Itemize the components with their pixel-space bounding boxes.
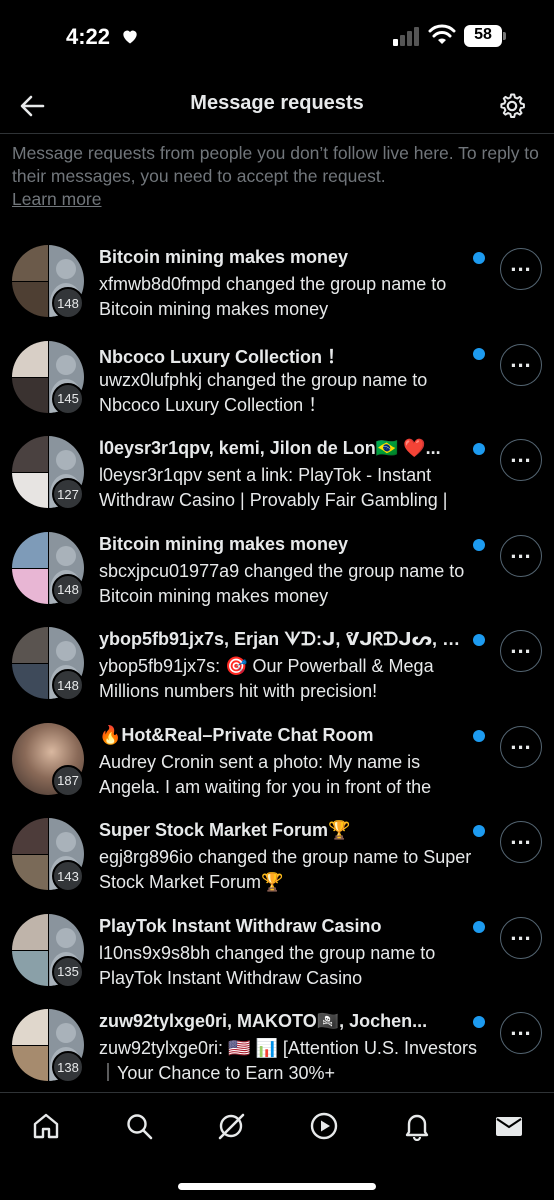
request-row[interactable]: 148 ybop5fb91jx7s, Erjan ᗐᗪ:ᒍ, ᕓᒍᖇᗪᒍᔕ, Ж… bbox=[0, 619, 554, 715]
request-row[interactable]: 148 Bitcoin mining makes money xfmwb8d0f… bbox=[0, 237, 554, 333]
member-count-badge: 135 bbox=[52, 955, 84, 988]
more-dots-icon: ... bbox=[510, 1015, 532, 1040]
member-count-badge: 145 bbox=[52, 382, 84, 415]
header: Message requests bbox=[0, 76, 554, 134]
request-row[interactable]: 135 PlayTok Instant Withdraw Casino l10n… bbox=[0, 906, 554, 1002]
member-count-badge: 148 bbox=[52, 287, 84, 319]
more-options-button[interactable]: ... bbox=[500, 725, 542, 768]
member-count-badge: 127 bbox=[52, 478, 84, 510]
request-title: PlayTok Instant Withdraw Casino bbox=[99, 915, 382, 936]
request-preview: l10ns9x9s8bh changed the group name to P… bbox=[99, 942, 436, 988]
page-title: Message requests bbox=[190, 92, 364, 114]
request-title: Bitcoin mining makes money bbox=[99, 533, 349, 554]
request-title: Bitcoin mining makes money bbox=[99, 247, 349, 267]
request-preview: Audrey Cronin sent a photo: My name is A… bbox=[99, 751, 432, 797]
unread-dot bbox=[473, 1016, 485, 1028]
play-icon[interactable] bbox=[309, 1111, 339, 1141]
request-row[interactable]: 187 🔥Hot&Real–Private Chat Room Audrey C… bbox=[0, 715, 554, 811]
more-dots-icon: ... bbox=[510, 919, 532, 945]
request-list: 148 Bitcoin mining makes money xfmwb8d0f… bbox=[0, 237, 554, 1097]
unread-dot bbox=[473, 347, 485, 360]
status-bar: 4:22 58 bbox=[0, 0, 554, 72]
unread-dot bbox=[473, 538, 485, 551]
request-preview: l0eysr3r1qpv sent a link: PlayTok - Inst… bbox=[99, 465, 448, 510]
more-dots-icon: ... bbox=[510, 728, 532, 754]
more-dots-icon: ... bbox=[510, 824, 532, 849]
unread-dot bbox=[473, 729, 485, 742]
request-title: 🔥Hot&Real–Private Chat Room bbox=[99, 724, 374, 745]
member-count-badge: 143 bbox=[52, 860, 84, 892]
cellular-signal-icon bbox=[393, 27, 419, 46]
member-count-badge: 138 bbox=[52, 1051, 84, 1083]
member-count-badge: 148 bbox=[52, 573, 84, 606]
request-row[interactable]: 145 Nbcoco Luxury Collection ！ uwzx0lufp… bbox=[0, 333, 554, 429]
request-preview: ybop5fb91jx7s: 🎯 Our Powerball & Mega Mi… bbox=[99, 656, 434, 701]
member-count-badge: 187 bbox=[52, 764, 84, 797]
unread-dot bbox=[473, 634, 485, 646]
request-row[interactable]: 148 Bitcoin mining makes money sbcxjpcu0… bbox=[0, 524, 554, 620]
wifi-icon bbox=[428, 24, 456, 44]
more-options-button[interactable]: ... bbox=[500, 916, 542, 959]
learn-more-link[interactable]: Learn more bbox=[12, 189, 102, 209]
battery-indicator: 58 bbox=[464, 25, 506, 47]
request-title: l0eysr3r1qpv, kemi, Jilon de Lon🇧🇷 ❤️... bbox=[99, 438, 441, 458]
unread-dot bbox=[473, 825, 485, 837]
request-row[interactable]: 143 Super Stock Market Forum🏆 egj8rg896i… bbox=[0, 810, 554, 906]
more-options-button[interactable]: ... bbox=[500, 534, 542, 577]
more-options-button[interactable]: ... bbox=[500, 439, 542, 481]
more-options-button[interactable]: ... bbox=[500, 1012, 542, 1054]
heart-icon bbox=[123, 30, 137, 44]
search-icon[interactable] bbox=[124, 1111, 154, 1141]
info-description: Message requests from people you don’t f… bbox=[12, 143, 539, 186]
bottom-nav bbox=[0, 1092, 554, 1200]
unread-dot bbox=[473, 252, 485, 264]
request-title: Super Stock Market Forum🏆 bbox=[99, 820, 351, 840]
request-preview: sbcxjpcu01977a9 changed the group name t… bbox=[99, 560, 465, 606]
unread-dot bbox=[473, 443, 485, 455]
request-title: zuw92tylxge0ri, MAKOTO🏴‍☠️, Jochen... bbox=[99, 1011, 428, 1031]
battery-level: 58 bbox=[474, 26, 492, 43]
more-dots-icon: ... bbox=[510, 346, 532, 372]
request-preview: xfmwb8d0fmpd changed the group name to B… bbox=[99, 274, 447, 319]
more-dots-icon: ... bbox=[510, 633, 532, 658]
grok-icon[interactable] bbox=[216, 1111, 246, 1141]
more-options-button[interactable]: ... bbox=[500, 821, 542, 863]
more-dots-icon: ... bbox=[510, 442, 532, 467]
more-options-button[interactable]: ... bbox=[500, 248, 542, 290]
request-row[interactable]: 127 l0eysr3r1qpv, kemi, Jilon de Lon🇧🇷 ❤… bbox=[0, 428, 554, 524]
more-dots-icon: ... bbox=[510, 537, 532, 563]
request-preview: egj8rg896io changed the group name to Su… bbox=[99, 847, 472, 892]
status-time: 4:22 bbox=[66, 24, 111, 49]
unread-dot bbox=[473, 920, 485, 933]
request-preview: zuw92tylxge0ri: 🇺🇸 📊 [Attention U.S. Inv… bbox=[99, 1038, 477, 1083]
member-count-badge: 148 bbox=[52, 669, 84, 701]
home-icon[interactable] bbox=[31, 1111, 61, 1141]
info-text: Message requests from people you don’t f… bbox=[12, 142, 542, 211]
request-title: Nbcoco Luxury Collection ！ bbox=[99, 346, 346, 367]
home-indicator bbox=[178, 1183, 376, 1190]
bell-icon[interactable] bbox=[402, 1111, 432, 1141]
more-dots-icon: ... bbox=[510, 251, 532, 276]
request-row[interactable]: 138 zuw92tylxge0ri, MAKOTO🏴‍☠️, Jochen..… bbox=[0, 1001, 554, 1097]
mail-icon[interactable] bbox=[494, 1111, 524, 1141]
request-title: ybop5fb91jx7s, Erjan ᗐᗪ:ᒍ, ᕓᒍᖇᗪᒍᔕ, Ж... bbox=[99, 629, 469, 649]
request-preview: uwzx0lufphkj changed the group name to N… bbox=[99, 369, 428, 415]
gear-icon[interactable] bbox=[498, 92, 526, 120]
more-options-button[interactable]: ... bbox=[500, 343, 542, 386]
more-options-button[interactable]: ... bbox=[500, 630, 542, 672]
